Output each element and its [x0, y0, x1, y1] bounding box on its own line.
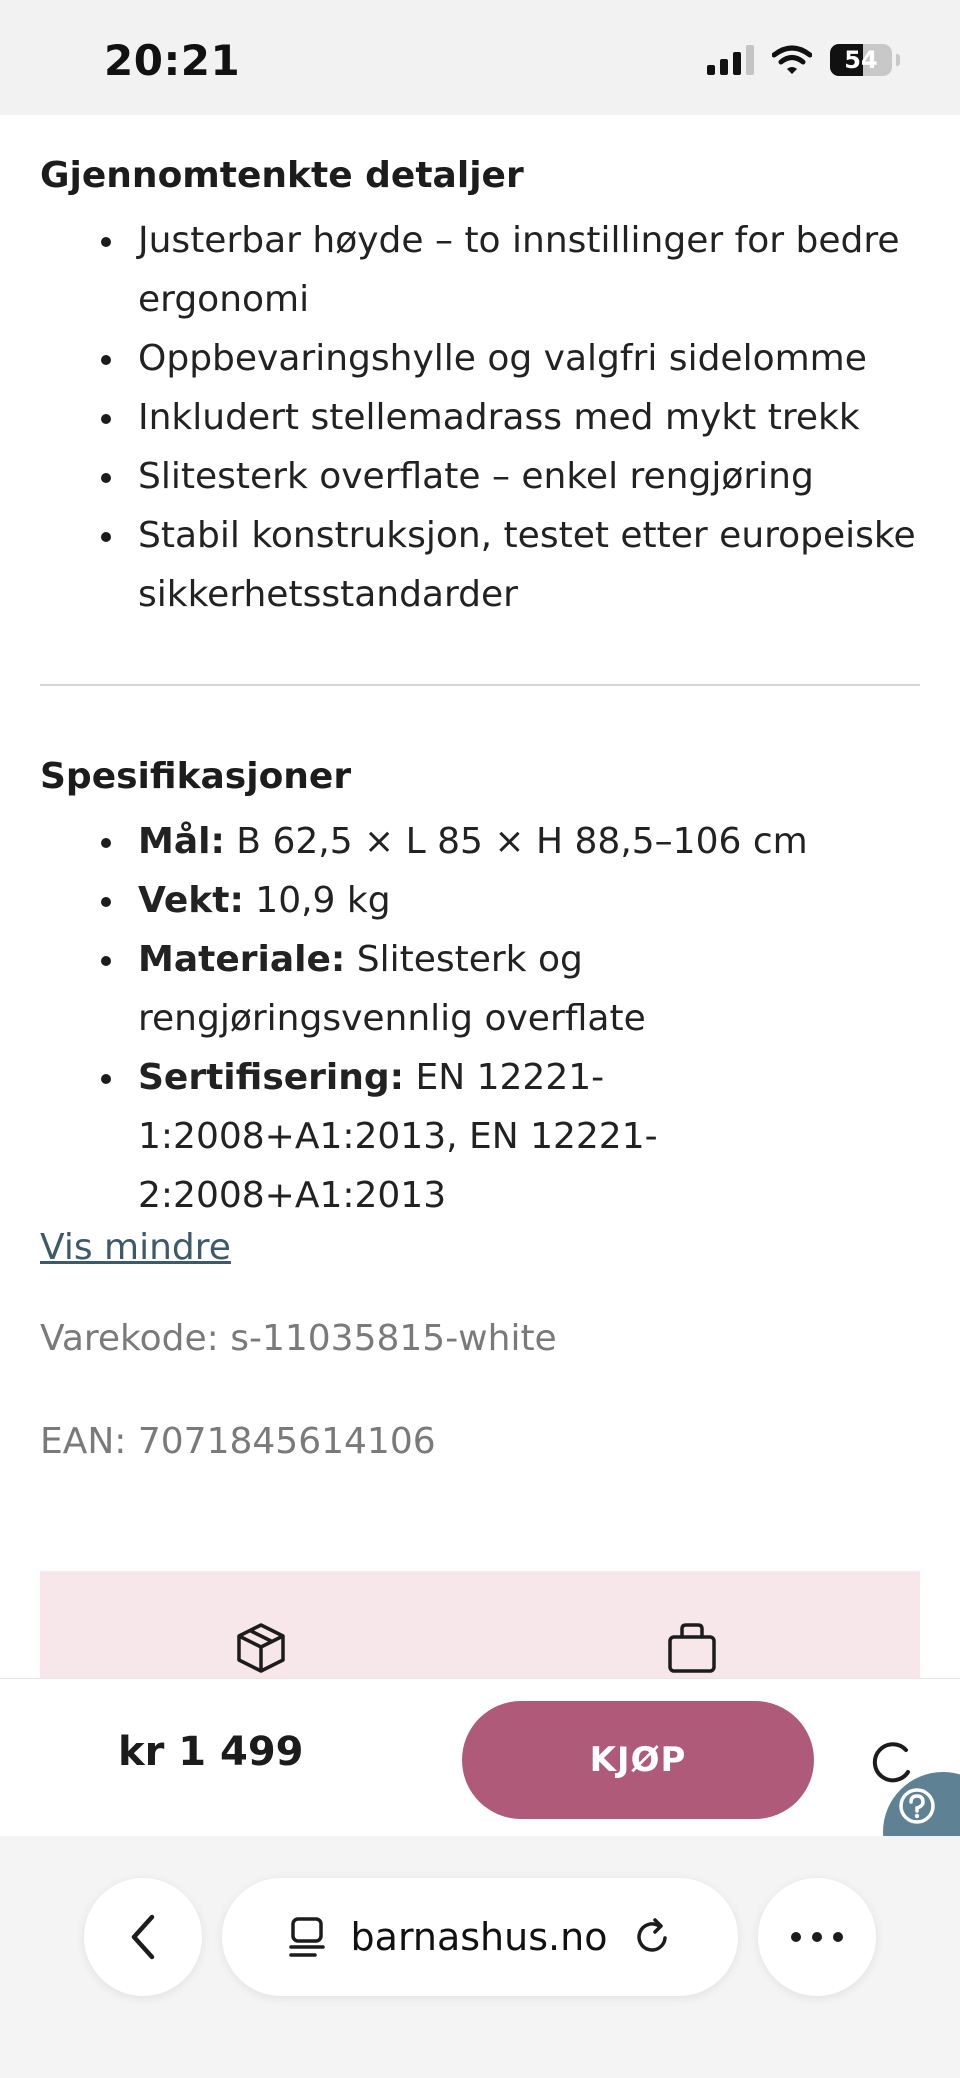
- battery-level: 54: [844, 46, 878, 74]
- spec-label: Vekt:: [138, 880, 244, 921]
- list-item: Oppbevaringshylle og valgfri sidelomme: [101, 329, 920, 388]
- package-icon: [237, 1623, 285, 1673]
- details-heading: Gjennomtenkte detaljer: [40, 155, 524, 196]
- list-item: Inkludert stellemadrass med mykt trekk: [101, 388, 920, 447]
- battery-icon: 54: [830, 44, 892, 76]
- sticky-purchase-bar: kr 1 499 KJØP: [0, 1678, 960, 1837]
- reader-icon[interactable]: [287, 1915, 327, 1959]
- spec-value: B 62,5 × L 85 × H 88,5–106 cm: [224, 821, 808, 862]
- status-icons: 54: [707, 44, 900, 76]
- spec-item-material: Materiale: Slitesterk og rengjøringsvenn…: [101, 930, 920, 1048]
- list-item: Justerbar høyde – to innstillinger for b…: [101, 211, 920, 329]
- help-icon: [899, 1788, 935, 1824]
- delivery-info-box: [40, 1571, 920, 1681]
- url-text[interactable]: barnashus.no: [351, 1915, 608, 1959]
- spec-item-certification: Sertifisering: EN 12221-1:2008+A1:2013, …: [101, 1048, 920, 1225]
- product-description: Gjennomtenkte detaljer Justerbar høyde –…: [40, 115, 920, 1462]
- status-bar: 20:21 54: [0, 0, 960, 115]
- wifi-icon: [772, 45, 812, 74]
- show-less-link[interactable]: Vis mindre: [40, 1227, 231, 1268]
- back-chevron-icon: [131, 1914, 155, 1960]
- reload-icon[interactable]: [631, 1916, 673, 1958]
- battery-cap: [896, 54, 900, 66]
- list-item: Slitesterk overflate – enkel rengjøring: [101, 447, 920, 506]
- spec-value: 10,9 kg: [243, 880, 391, 921]
- spec-label: Mål:: [138, 821, 225, 862]
- cellular-signal-icon: [707, 45, 754, 75]
- spec-label: Sertifisering:: [138, 1057, 405, 1098]
- spec-item-dimensions: Mål: B 62,5 × L 85 × H 88,5–106 cm: [101, 812, 920, 871]
- browser-toolbar: barnashus.no: [0, 1836, 960, 2078]
- list-item: Stabil konstruksjon, testet etter europe…: [101, 506, 920, 624]
- back-button[interactable]: [84, 1878, 202, 1996]
- spec-item-weight: Vekt: 10,9 kg: [101, 871, 920, 930]
- ean-code: EAN: 7071845614106: [40, 1421, 436, 1462]
- buy-button[interactable]: KJØP: [462, 1701, 814, 1819]
- specs-list: Mål: B 62,5 × L 85 × H 88,5–106 cm Vekt:…: [40, 812, 920, 1225]
- details-list: Justerbar høyde – to innstillinger for b…: [40, 211, 920, 624]
- spec-label: Materiale:: [138, 939, 346, 980]
- address-bar[interactable]: barnashus.no: [222, 1878, 738, 1996]
- status-time: 20:21: [104, 36, 241, 85]
- product-price: kr 1 499: [118, 1729, 304, 1775]
- shopping-bag-icon: [668, 1623, 716, 1673]
- specs-heading: Spesifikasjoner: [40, 756, 352, 797]
- more-icon: [791, 1932, 843, 1942]
- more-button[interactable]: [758, 1878, 876, 1996]
- loading-spinner-icon: [872, 1742, 910, 1783]
- product-code: Varekode: s-11035815-white: [40, 1318, 557, 1359]
